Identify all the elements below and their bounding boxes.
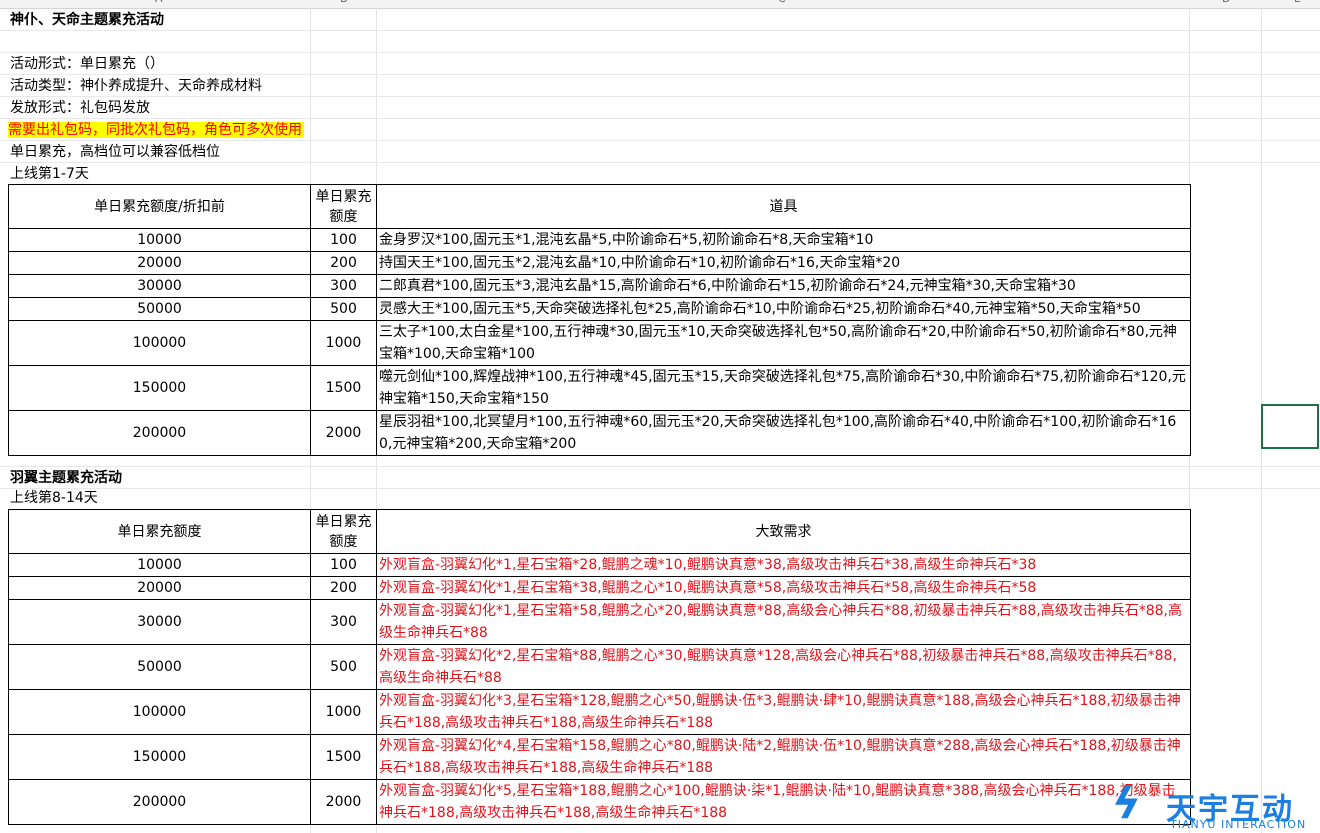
- column-header-a[interactable]: A: [155, 0, 163, 5]
- info-line[interactable]: 活动类型：神仆养成提升、天命养成材料: [10, 76, 262, 96]
- items-cell[interactable]: 持国天王*100,固元玉*2,混沌玄晶*10,中阶谕命石*10,初阶谕命石*16…: [376, 251, 1191, 275]
- header-points[interactable]: 单日累充额度: [310, 184, 377, 229]
- items-cell[interactable]: 外观盲盒-羽翼幻化*1,星石宝箱*58,鲲鹏之心*20,鲲鹏诀真意*88,高级会…: [376, 599, 1191, 645]
- table-row: 100000 1000 外观盲盒-羽翼幻化*3,星石宝箱*128,鲲鹏之心*50…: [8, 689, 1191, 735]
- grid-line: [0, 162, 1320, 163]
- logo-mark-icon: ϟ: [1112, 778, 1142, 829]
- amount-cell[interactable]: 200000: [8, 779, 311, 825]
- amount-cell[interactable]: 100000: [8, 689, 311, 735]
- items-cell[interactable]: 外观盲盒-羽翼幻化*4,星石宝箱*158,鲲鹏之心*80,鲲鹏诀·陆*2,鲲鹏诀…: [376, 734, 1191, 780]
- points-cell[interactable]: 200: [310, 251, 377, 275]
- table-row: 200000 2000 外观盲盒-羽翼幻化*5,星石宝箱*188,鲲鹏之心*10…: [8, 779, 1191, 825]
- header-points[interactable]: 单日累充额度: [310, 509, 377, 554]
- points-cell[interactable]: 500: [310, 297, 377, 321]
- table-row: 100000 1000 三太子*100,太白金星*100,五行神魂*30,固元玉…: [8, 320, 1191, 366]
- selected-cell[interactable]: [1261, 404, 1319, 449]
- amount-cell[interactable]: 50000: [8, 644, 311, 690]
- amount-cell[interactable]: 150000: [8, 734, 311, 780]
- amount-cell[interactable]: 200000: [8, 410, 311, 456]
- items-cell[interactable]: 金身罗汉*100,固元玉*1,混沌玄晶*5,中阶谕命石*5,初阶谕命石*8,天命…: [376, 228, 1191, 252]
- header-items[interactable]: 大致需求: [376, 509, 1191, 554]
- grid-line: [0, 466, 1320, 467]
- table-row: 50000 500 外观盲盒-羽翼幻化*2,星石宝箱*88,鲲鹏之心*30,鲲鹏…: [8, 644, 1191, 690]
- points-cell[interactable]: 1000: [310, 320, 377, 366]
- table-row: 200000 2000 星辰羽祖*100,北冥望月*100,五行神魂*60,固元…: [8, 410, 1191, 456]
- header-amount[interactable]: 单日累充额度: [8, 509, 311, 554]
- points-cell[interactable]: 200: [310, 576, 377, 600]
- table-row: 30000 300 二郎真君*100,固元玉*3,混沌玄晶*15,高阶谕命石*6…: [8, 274, 1191, 298]
- items-cell[interactable]: 二郎真君*100,固元玉*3,混沌玄晶*15,高阶谕命石*6,中阶谕命石*15,…: [376, 274, 1191, 298]
- amount-cell[interactable]: 30000: [8, 274, 311, 298]
- column-header-d[interactable]: D: [1222, 0, 1230, 5]
- table-row: 50000 500 灵感大王*100,固元玉*5,天命突破选择礼包*25,高阶谕…: [8, 297, 1191, 321]
- table-header-row: 单日累充额度 单日累充额度 大致需求: [8, 509, 1191, 554]
- period-line[interactable]: 上线第8-14天: [10, 488, 98, 508]
- highlight-note[interactable]: 需要出礼包码，同批次礼包码，角色可多次使用: [8, 120, 304, 140]
- items-cell[interactable]: 噬元剑仙*100,辉煌战神*100,五行神魂*45,固元玉*15,天命突破选择礼…: [376, 365, 1191, 411]
- points-cell[interactable]: 300: [310, 599, 377, 645]
- grid-line: [0, 488, 1320, 489]
- grid-line: [0, 74, 1320, 75]
- grid-line: [0, 96, 1320, 97]
- sheet-grid[interactable]: 神仆、天命主题累充活动 活动形式：单日累充（） 活动类型：神仆养成提升、天命养成…: [0, 8, 1320, 833]
- grid-line: [0, 30, 1320, 31]
- section1-table: 单日累充额度/折扣前 单日累充额度 道具 10000 100 金身罗汉*100,…: [8, 184, 1191, 456]
- watermark-logo: ϟ 天宇互动 TIANYU INTERACTION: [1100, 776, 1320, 833]
- items-cell[interactable]: 灵感大王*100,固元玉*5,天命突破选择礼包*25,高阶谕命石*10,中阶谕命…: [376, 297, 1191, 321]
- amount-cell[interactable]: 10000: [8, 553, 311, 577]
- header-amount[interactable]: 单日累充额度/折扣前: [8, 184, 311, 229]
- points-cell[interactable]: 100: [310, 553, 377, 577]
- points-cell[interactable]: 100: [310, 228, 377, 252]
- table-row: 150000 1500 外观盲盒-羽翼幻化*4,星石宝箱*158,鲲鹏之心*80…: [8, 734, 1191, 780]
- points-cell[interactable]: 500: [310, 644, 377, 690]
- logo-english-name: TIANYU INTERACTION: [1170, 818, 1307, 831]
- items-cell[interactable]: 外观盲盒-羽翼幻化*2,星石宝箱*88,鲲鹏之心*30,鲲鹏诀真意*128,高级…: [376, 644, 1191, 690]
- points-cell[interactable]: 2000: [310, 779, 377, 825]
- section2-title[interactable]: 羽翼主题累充活动: [10, 468, 122, 488]
- column-header-b[interactable]: B: [340, 0, 348, 5]
- highlight-note-text: 需要出礼包码，同批次礼包码，角色可多次使用: [8, 122, 304, 138]
- items-cell[interactable]: 外观盲盒-羽翼幻化*1,星石宝箱*38,鲲鹏之心*10,鲲鹏诀真意*58,高级攻…: [376, 576, 1191, 600]
- section2-table: 单日累充额度 单日累充额度 大致需求 10000 100 外观盲盒-羽翼幻化*1…: [8, 509, 1191, 825]
- table-row: 10000 100 外观盲盒-羽翼幻化*1,星石宝箱*28,鲲鹏之魂*10,鲲鹏…: [8, 553, 1191, 577]
- info-line[interactable]: 活动形式：单日累充（）: [10, 54, 164, 74]
- section1-title[interactable]: 神仆、天命主题累充活动: [10, 10, 164, 30]
- amount-cell[interactable]: 20000: [8, 251, 311, 275]
- column-header-c[interactable]: C: [778, 0, 786, 5]
- amount-cell[interactable]: 100000: [8, 320, 311, 366]
- table-row: 20000 200 外观盲盒-羽翼幻化*1,星石宝箱*38,鲲鹏之心*10,鲲鹏…: [8, 576, 1191, 600]
- info-line[interactable]: 发放形式：礼包码发放: [10, 98, 150, 118]
- amount-cell[interactable]: 30000: [8, 599, 311, 645]
- amount-cell[interactable]: 10000: [8, 228, 311, 252]
- table-row: 20000 200 持国天王*100,固元玉*2,混沌玄晶*10,中阶谕命石*1…: [8, 251, 1191, 275]
- table-row: 30000 300 外观盲盒-羽翼幻化*1,星石宝箱*58,鲲鹏之心*20,鲲鹏…: [8, 599, 1191, 645]
- items-cell[interactable]: 外观盲盒-羽翼幻化*1,星石宝箱*28,鲲鹏之魂*10,鲲鹏诀真意*38,高级攻…: [376, 553, 1191, 577]
- points-cell[interactable]: 2000: [310, 410, 377, 456]
- items-cell[interactable]: 三太子*100,太白金星*100,五行神魂*30,固元玉*10,天命突破选择礼包…: [376, 320, 1191, 366]
- table-row: 150000 1500 噬元剑仙*100,辉煌战神*100,五行神魂*45,固元…: [8, 365, 1191, 411]
- period-line[interactable]: 上线第1-7天: [10, 164, 89, 184]
- note-line[interactable]: 单日累充，高档位可以兼容低档位: [10, 142, 220, 162]
- points-cell[interactable]: 300: [310, 274, 377, 298]
- amount-cell[interactable]: 20000: [8, 576, 311, 600]
- column-header-e[interactable]: E: [1294, 0, 1301, 5]
- table-row: 10000 100 金身罗汉*100,固元玉*1,混沌玄晶*5,中阶谕命石*5,…: [8, 228, 1191, 252]
- points-cell[interactable]: 1500: [310, 365, 377, 411]
- grid-line: [0, 52, 1320, 53]
- amount-cell[interactable]: 150000: [8, 365, 311, 411]
- items-cell[interactable]: 星辰羽祖*100,北冥望月*100,五行神魂*60,固元玉*20,天命突破选择礼…: [376, 410, 1191, 456]
- amount-cell[interactable]: 50000: [8, 297, 311, 321]
- header-items[interactable]: 道具: [376, 184, 1191, 229]
- points-cell[interactable]: 1500: [310, 734, 377, 780]
- table-header-row: 单日累充额度/折扣前 单日累充额度 道具: [8, 184, 1191, 229]
- points-cell[interactable]: 1000: [310, 689, 377, 735]
- grid-line: [0, 118, 1320, 119]
- grid-line: [0, 140, 1320, 141]
- items-cell[interactable]: 外观盲盒-羽翼幻化*5,星石宝箱*188,鲲鹏之心*100,鲲鹏诀·柒*1,鲲鹏…: [376, 779, 1191, 825]
- items-cell[interactable]: 外观盲盒-羽翼幻化*3,星石宝箱*128,鲲鹏之心*50,鲲鹏诀·伍*3,鲲鹏诀…: [376, 689, 1191, 735]
